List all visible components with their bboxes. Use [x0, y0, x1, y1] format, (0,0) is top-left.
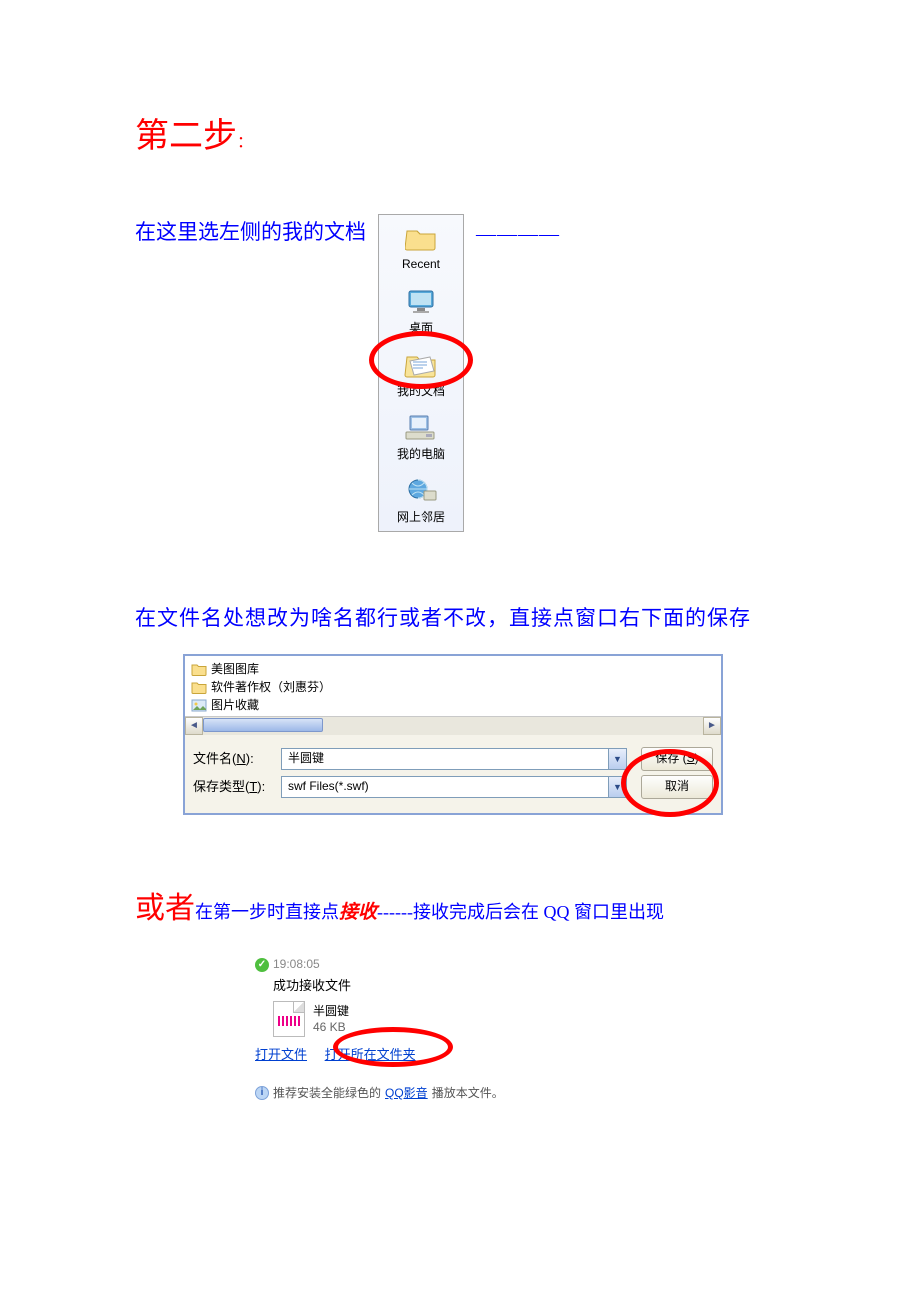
- scroll-track[interactable]: [203, 717, 703, 735]
- sidebar-item-label: 桌面: [409, 319, 433, 338]
- instruction-2-text: 在文件名处想改为啥名都行或者不改，直接点窗口右下面的保存: [135, 602, 785, 636]
- scroll-thumb[interactable]: [203, 718, 323, 732]
- sidebar-item-desktop[interactable]: 桌面: [379, 279, 463, 342]
- alt-or: 或者: [135, 892, 195, 925]
- sidebar-item-mycomputer[interactable]: 我的电脑: [379, 405, 463, 468]
- alt-body-1: 在第一步时直接点: [195, 902, 339, 922]
- dropdown-icon[interactable]: ▼: [608, 749, 626, 769]
- step-heading: 第二步：: [135, 110, 785, 164]
- reco-text-pre: 推荐安装全能绿色的: [273, 1084, 381, 1103]
- sidebar-item-network[interactable]: 网上邻居: [379, 468, 463, 531]
- highlight-ring-save: [621, 749, 719, 817]
- filetype-select[interactable]: swf Files(*.swf) ▼: [281, 776, 627, 798]
- alternative-paragraph: 或者在第一步时直接点接收------接收完成后会在 QQ 窗口里出现: [135, 885, 785, 933]
- alt-dashes: ------: [377, 902, 413, 922]
- reco-link[interactable]: QQ影音: [385, 1084, 428, 1103]
- filetype-label: 保存类型(T):: [193, 777, 273, 798]
- sidebar-item-label: 我的电脑: [397, 445, 445, 464]
- highlight-ring-open-folder: [333, 1027, 453, 1067]
- alt-accept: 接收: [339, 902, 377, 923]
- places-sidebar: Recent 桌面 我的文档 我的电脑 网上邻居: [378, 214, 464, 532]
- qq-filename: 半圆键: [313, 1003, 349, 1019]
- step-colon: ：: [237, 134, 253, 151]
- save-dialog-fragment: 美图图库 软件著作权（刘惠芬） 图片收藏 ◄ ► 文件名(N): 半圆键 ▼ 保…: [183, 654, 723, 815]
- qq-time: 19:08:05: [273, 955, 320, 974]
- desktop-icon: [403, 285, 439, 317]
- qq-filesize: 46 KB: [313, 1019, 349, 1035]
- qq-status: 成功接收文件: [273, 976, 575, 997]
- qq-file-meta: 半圆键 46 KB: [313, 1003, 349, 1035]
- reco-text-post: 播放本文件。: [432, 1084, 504, 1103]
- alt-body-2: 接收完成后会在 QQ 窗口里出现: [413, 902, 664, 922]
- my-documents-icon: [403, 348, 439, 380]
- folder-icon: [191, 662, 207, 676]
- network-places-icon: [403, 474, 439, 506]
- filename-label: 文件名(N):: [193, 749, 273, 770]
- qq-recommendation: i 推荐安装全能绿色的QQ影音播放本文件。: [255, 1084, 575, 1103]
- folder-item[interactable]: 图片收藏: [191, 696, 715, 714]
- qq-message-snippet: ✓ 19:08:05 成功接收文件 半圆键 46 KB 打开文件 打开所在文件夹…: [255, 955, 575, 1103]
- pictures-icon: [191, 698, 207, 712]
- link-open-file[interactable]: 打开文件: [255, 1047, 307, 1062]
- file-icon: [273, 1001, 305, 1037]
- sidebar-item-label: 我的文档: [397, 382, 445, 401]
- folder-icon: [191, 680, 207, 694]
- sidebar-item-recent[interactable]: Recent: [379, 215, 463, 278]
- qq-timestamp: ✓ 19:08:05: [255, 955, 575, 974]
- folder-recent-icon: [403, 221, 439, 253]
- sidebar-item-label: Recent: [402, 255, 440, 274]
- step-title: 第二步: [135, 118, 237, 155]
- filename-input[interactable]: 半圆键 ▼: [281, 748, 627, 770]
- check-icon: ✓: [255, 958, 269, 972]
- filetype-value: swf Files(*.swf): [288, 777, 369, 796]
- folder-item[interactable]: 软件著作权（刘惠芬）: [191, 678, 715, 696]
- sidebar-item-label: 网上邻居: [397, 508, 445, 527]
- folder-item[interactable]: 美图图库: [191, 660, 715, 678]
- instruction-1-dashes: ————: [476, 218, 560, 250]
- horizontal-scrollbar[interactable]: ◄ ►: [185, 717, 721, 735]
- folder-label: 图片收藏: [211, 696, 259, 714]
- instruction-row-1: 在这里选左侧的我的文档 Recent 桌面 我的文档 我的电脑: [135, 214, 785, 532]
- instruction-1-text: 在这里选左侧的我的文档: [135, 214, 366, 250]
- folder-label: 美图图库: [211, 660, 259, 678]
- my-computer-icon: [403, 411, 439, 443]
- sidebar-item-mydocs[interactable]: 我的文档: [379, 342, 463, 405]
- info-icon: i: [255, 1086, 269, 1100]
- scroll-right-icon[interactable]: ►: [703, 717, 721, 735]
- scroll-left-icon[interactable]: ◄: [185, 717, 203, 735]
- folder-label: 软件著作权（刘惠芬）: [211, 678, 331, 696]
- filename-value: 半圆键: [288, 749, 324, 768]
- folder-list: 美图图库 软件著作权（刘惠芬） 图片收藏: [185, 656, 721, 717]
